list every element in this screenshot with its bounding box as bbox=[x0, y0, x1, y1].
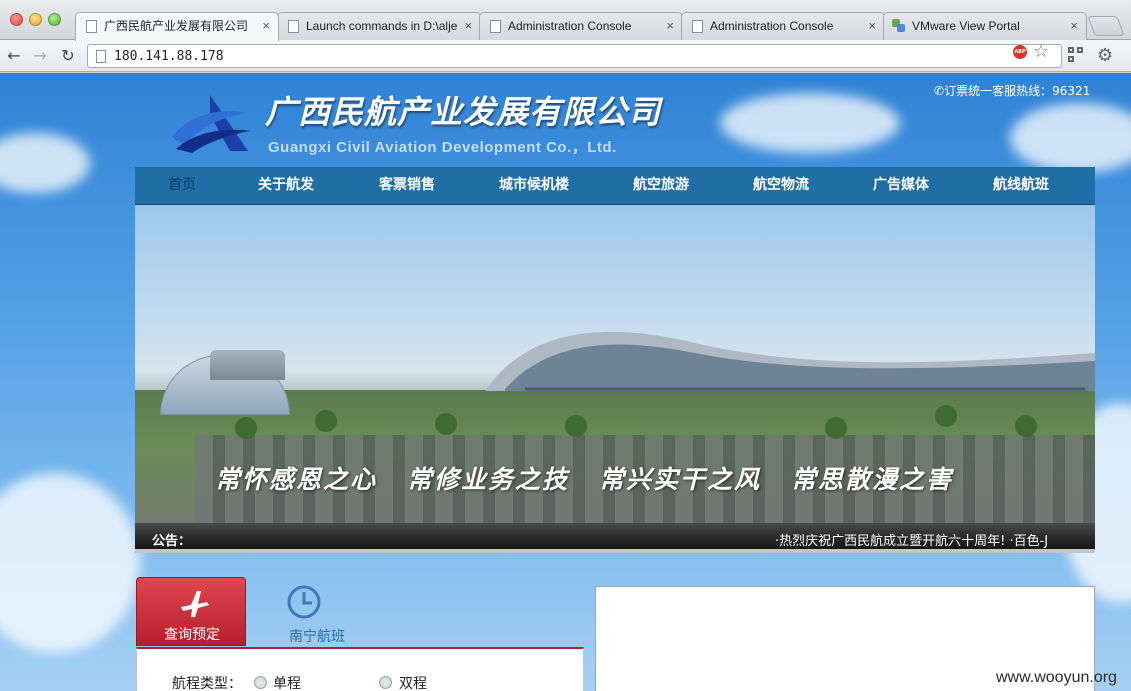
tab-query-booking[interactable]: 查询预定 bbox=[136, 577, 246, 646]
clock-icon bbox=[287, 585, 321, 619]
company-name-cn: 广西民航产业发展有限公司 bbox=[265, 93, 662, 131]
adblock-icon[interactable]: ABP bbox=[1013, 45, 1027, 59]
close-icon[interactable]: × bbox=[262, 13, 270, 39]
nav-item-ticket-sales[interactable]: 客票销售 bbox=[379, 167, 435, 205]
tab-nanning-flights[interactable]: 南宁航班 bbox=[267, 579, 347, 645]
hotline-text: ✆订票统一客服热线：96321 bbox=[934, 84, 1091, 98]
page-icon bbox=[692, 20, 703, 33]
company-name-en: Guangxi Civil Aviation Development Co.，L… bbox=[268, 139, 617, 156]
close-icon[interactable]: × bbox=[464, 13, 472, 39]
nav-item-advertising[interactable]: 广告媒体 bbox=[873, 167, 929, 205]
watermark-text: www.wooyun.org bbox=[996, 669, 1117, 686]
window-close-button[interactable] bbox=[10, 13, 23, 26]
browser-toolbar: ← → ↻ ABP ☆ ⚙ bbox=[0, 40, 1131, 72]
browser-tab-gxca[interactable]: 广西民航产业发展有限公司 × bbox=[75, 12, 279, 41]
tab-title: Launch commands in D:\alje bbox=[306, 19, 458, 33]
back-arrow-icon[interactable]: ← bbox=[4, 46, 24, 66]
trip-type-label: 航程类型： bbox=[172, 676, 242, 691]
terminal-building-image bbox=[485, 331, 1095, 391]
browser-tab-launch-commands[interactable]: Launch commands in D:\alje × bbox=[277, 12, 481, 40]
vmware-icon bbox=[892, 19, 906, 33]
tab-label: 南宁航班 bbox=[289, 629, 345, 645]
nav-item-about[interactable]: 关于航发 bbox=[258, 167, 314, 205]
nav-item-air-travel[interactable]: 航空旅游 bbox=[633, 167, 689, 205]
announcement-label: 公告： bbox=[152, 534, 192, 549]
tab-title: Administration Console bbox=[508, 19, 632, 33]
radio-oneway[interactable] bbox=[254, 676, 267, 689]
qr-code-icon[interactable] bbox=[1068, 47, 1084, 63]
reload-icon[interactable]: ↻ bbox=[58, 46, 78, 66]
forward-arrow-icon[interactable]: → bbox=[30, 46, 50, 66]
window-zoom-button[interactable] bbox=[48, 13, 61, 26]
close-icon[interactable]: × bbox=[1070, 13, 1078, 39]
page-icon bbox=[490, 20, 501, 33]
tab-label: 查询预定 bbox=[164, 627, 220, 643]
radio-oneway-label[interactable]: 单程 bbox=[273, 673, 301, 691]
tab-title: VMware View Portal bbox=[912, 19, 1020, 33]
window-minimize-button[interactable] bbox=[29, 13, 42, 26]
browser-tab-vmware-portal[interactable]: VMware View Portal × bbox=[883, 12, 1087, 40]
address-bar[interactable] bbox=[87, 44, 1062, 68]
nav-item-city-terminal[interactable]: 城市候机楼 bbox=[499, 167, 569, 205]
hero-banner[interactable]: 常怀感恩之心 常修业务之技 常兴实干之风 常思散漫之害 bbox=[135, 205, 1095, 523]
company-logo-icon bbox=[172, 95, 250, 153]
close-icon[interactable]: × bbox=[666, 13, 674, 39]
web-page: ✆订票统一客服热线：96321 广西民航产业发展有限公司 Guangxi Civ… bbox=[0, 73, 1131, 691]
airplane-icon bbox=[181, 591, 209, 617]
nav-item-routes[interactable]: 航线航班 bbox=[993, 167, 1049, 205]
booking-panel: 查询预定 南宁航班 航程类型： 单程 双程 bbox=[135, 577, 585, 691]
nav-item-air-logistics[interactable]: 航空物流 bbox=[753, 167, 809, 205]
tab-title: 广西民航产业发展有限公司 bbox=[104, 19, 249, 33]
banner-slogan: 常怀感恩之心 常修业务之技 常兴实干之风 常思散漫之害 bbox=[215, 465, 954, 494]
settings-gear-icon[interactable]: ⚙ bbox=[1097, 45, 1113, 66]
tab-title: Administration Console bbox=[710, 19, 834, 33]
main-nav: 首页 关于航发 客票销售 城市候机楼 航空旅游 航空物流 广告媒体 航线航班 bbox=[135, 167, 1095, 205]
radio-roundtrip[interactable] bbox=[379, 676, 392, 689]
page-icon bbox=[96, 50, 106, 63]
new-tab-button[interactable] bbox=[1087, 16, 1125, 36]
browser-tab-admin-console-1[interactable]: Administration Console × bbox=[479, 12, 683, 40]
page-icon bbox=[288, 20, 299, 33]
nav-item-home[interactable]: 首页 bbox=[168, 167, 196, 205]
announcement-bar: 公告： ·热烈庆祝广西民航成立暨开航六十周年! ·百色-J bbox=[135, 523, 1095, 553]
announcement-marquee-link[interactable]: ·热烈庆祝广西民航成立暨开航六十周年! ·百色-J bbox=[775, 530, 1048, 549]
browser-tab-bar: 广西民航产业发展有限公司 × Launch commands in D:\alj… bbox=[0, 0, 1131, 41]
page-icon bbox=[86, 20, 97, 33]
close-icon[interactable]: × bbox=[868, 13, 876, 39]
radio-roundtrip-label[interactable]: 双程 bbox=[399, 673, 427, 691]
browser-tab-admin-console-2[interactable]: Administration Console × bbox=[681, 12, 885, 40]
booking-form: 航程类型： 单程 双程 bbox=[136, 647, 584, 691]
phone-icon: ✆ bbox=[934, 84, 945, 98]
bookmark-star-icon[interactable]: ☆ bbox=[1033, 41, 1049, 62]
url-input[interactable] bbox=[114, 47, 994, 65]
